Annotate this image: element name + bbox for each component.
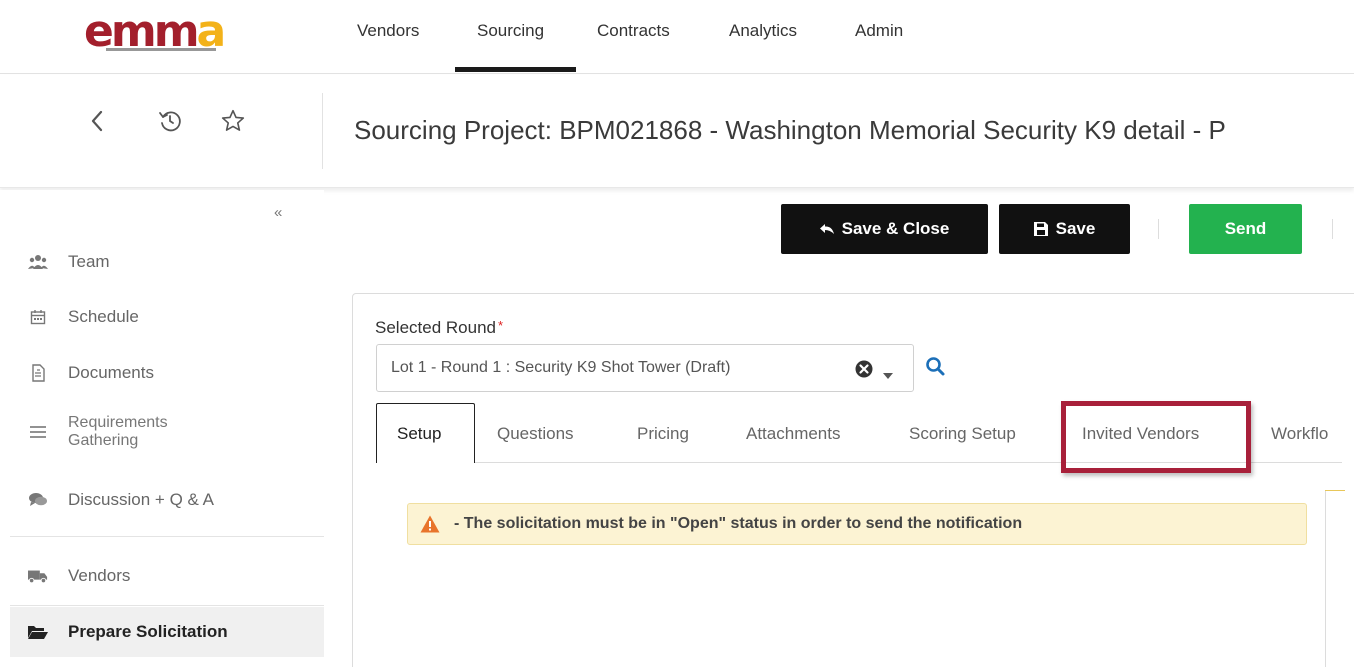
tab-setup[interactable]: Setup	[397, 424, 441, 444]
folder-open-icon	[28, 622, 48, 642]
page-title: Sourcing Project: BPM021868 - Washington…	[354, 115, 1226, 145]
logo-tagline	[106, 48, 216, 51]
sidebar-item-prepare-solicitation[interactable]: Prepare Solicitation	[28, 622, 318, 642]
nav-active-indicator	[455, 67, 576, 72]
side-panel-tab	[1325, 490, 1345, 550]
send-button[interactable]: Send	[1189, 204, 1302, 254]
nav-admin[interactable]: Admin	[855, 20, 903, 42]
clear-selection-icon[interactable]	[855, 360, 873, 383]
selected-round-label: Selected Round *	[375, 318, 504, 337]
project-header: Sourcing Project: BPM021868 - Washington…	[0, 75, 1354, 188]
floppy-disk-icon	[1033, 222, 1048, 236]
search-icon[interactable]	[925, 356, 947, 378]
action-divider	[1332, 219, 1333, 239]
nav-sourcing[interactable]: Sourcing	[477, 20, 544, 42]
tabs-baseline	[376, 462, 1342, 463]
history-icon[interactable]	[155, 103, 185, 139]
list-icon	[28, 422, 48, 442]
calendar-icon	[28, 307, 48, 327]
tab-workflow[interactable]: Workflo	[1271, 424, 1328, 444]
back-icon[interactable]	[82, 103, 112, 139]
reply-arrow-icon	[819, 223, 834, 235]
sidebar-item-label: Documents	[68, 363, 154, 382]
sidebar-divider	[10, 536, 324, 537]
selected-round-dropdown[interactable]: Lot 1 - Round 1 : Security K9 Shot Tower…	[376, 344, 914, 392]
save-and-close-button[interactable]: Save & Close	[781, 204, 988, 254]
tab-invited-vendors[interactable]: Invited Vendors	[1082, 424, 1199, 444]
sidebar: « Team Schedule Documents Requirements G…	[0, 190, 324, 667]
action-divider	[1158, 219, 1159, 239]
sidebar-item-label: Team	[68, 252, 110, 271]
sidebar-item-schedule[interactable]: Schedule	[28, 307, 318, 327]
document-icon	[28, 363, 48, 383]
sidebar-item-vendors[interactable]: Vendors	[28, 566, 318, 586]
sidebar-item-label: Requirements Gathering	[68, 414, 168, 449]
emma-logo[interactable]: emma	[84, 8, 250, 56]
save-and-close-label: Save & Close	[841, 219, 950, 238]
nav-vendors[interactable]: Vendors	[357, 20, 419, 42]
save-label: Save	[1055, 219, 1096, 238]
sidebar-divider	[10, 605, 324, 606]
top-navigation: emma Vendors Sourcing Contracts Analytic…	[0, 0, 1354, 74]
alert-message: - The solicitation must be in "Open" sta…	[454, 515, 1023, 532]
header-divider	[322, 93, 323, 169]
sidebar-item-label: Schedule	[68, 307, 139, 326]
selected-round-value: Lot 1 - Round 1 : Security K9 Shot Tower…	[391, 359, 731, 376]
sidebar-item-documents[interactable]: Documents	[28, 363, 318, 383]
tab-questions[interactable]: Questions	[497, 424, 574, 444]
chevron-down-icon	[883, 366, 893, 384]
collapse-sidebar-button[interactable]: «	[274, 204, 282, 221]
required-indicator: *	[497, 318, 504, 333]
team-icon	[28, 252, 48, 272]
sidebar-item-requirements-gathering[interactable]: Requirements Gathering	[28, 414, 318, 450]
tab-scoring-setup[interactable]: Scoring Setup	[909, 424, 1016, 444]
sidebar-item-label: Vendors	[68, 566, 131, 585]
sidebar-item-label: Prepare Solicitation	[68, 622, 228, 641]
truck-icon	[28, 566, 48, 586]
nav-contracts[interactable]: Contracts	[597, 20, 670, 42]
sidebar-item-label: Discussion + Q & A	[68, 490, 214, 509]
favorite-star-icon[interactable]	[218, 103, 248, 139]
status-warning-alert: - The solicitation must be in "Open" sta…	[407, 503, 1307, 545]
sidebar-item-team[interactable]: Team	[28, 252, 318, 272]
nav-analytics[interactable]: Analytics	[729, 20, 797, 42]
tab-attachments[interactable]: Attachments	[746, 424, 841, 444]
warning-icon	[420, 515, 440, 533]
tab-pricing[interactable]: Pricing	[637, 424, 689, 444]
save-button[interactable]: Save	[999, 204, 1130, 254]
comments-icon	[28, 490, 48, 510]
sidebar-item-discussion[interactable]: Discussion + Q & A	[28, 490, 318, 510]
